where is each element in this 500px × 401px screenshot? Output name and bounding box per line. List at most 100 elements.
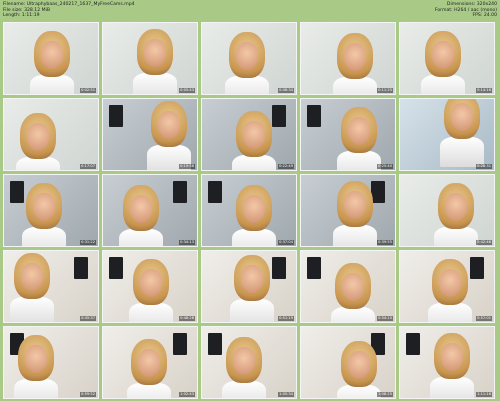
person-top — [337, 151, 381, 170]
thumbnail-timestamp: 1:08:25 — [377, 392, 393, 397]
person-top — [14, 379, 58, 398]
video-thumbnail[interactable]: 0:54:10 — [300, 250, 396, 323]
background-screen — [173, 181, 187, 203]
person-face — [33, 193, 55, 221]
video-thumbnail[interactable]: 1:05:34 — [201, 326, 297, 399]
person-top — [222, 381, 266, 398]
video-thumbnail[interactable]: 0:28:31 — [399, 98, 495, 171]
length-row: Length: 1:11:19 — [3, 13, 135, 19]
video-thumbnail[interactable]: 0:48:28 — [102, 250, 198, 323]
person-face — [241, 265, 263, 293]
format-value: H264 / aac (mono) — [454, 7, 497, 13]
person-face — [348, 351, 370, 379]
dimensions-label: Dimensions: — [446, 2, 476, 7]
video-thumbnail[interactable]: 0:17:07 — [3, 98, 99, 171]
background-screen — [307, 257, 321, 279]
person-face — [130, 195, 152, 223]
video-thumbnail[interactable]: 0:37:04 — [201, 174, 297, 247]
video-thumbnail[interactable]: 0:02:51 — [3, 22, 99, 95]
thumbnail-timestamp: 0:42:46 — [476, 240, 492, 245]
person-face — [158, 111, 180, 139]
video-thumbnail[interactable]: 0:59:52 — [3, 326, 99, 399]
person-top — [133, 73, 177, 94]
filename-label: Filename: — [3, 2, 26, 7]
person-face — [451, 103, 473, 131]
video-thumbnail[interactable]: 0:57:01 — [399, 250, 495, 323]
background-screen — [406, 333, 420, 355]
background-screen — [470, 257, 484, 279]
video-thumbnail[interactable]: 0:42:46 — [399, 174, 495, 247]
background-screen — [109, 257, 123, 279]
video-thumbnail[interactable]: 0:31:22 — [3, 174, 99, 247]
thumbnail-timestamp: 0:08:34 — [278, 88, 294, 93]
person-top — [232, 229, 276, 246]
format-label: Format: — [434, 7, 453, 13]
background-screen — [173, 333, 187, 355]
person-face — [445, 193, 467, 221]
person-face — [144, 39, 166, 67]
person-face — [439, 269, 461, 297]
video-thumbnail[interactable]: 1:08:25 — [300, 326, 396, 399]
fps-value: 24.00 — [483, 13, 497, 19]
person-face — [233, 347, 255, 375]
video-thumbnail[interactable]: 0:14:16 — [399, 22, 495, 95]
person-top — [230, 299, 274, 322]
person-top — [127, 383, 171, 398]
video-thumbnail[interactable]: 0:39:55 — [300, 174, 396, 247]
file-info-header: Filename: Ultraphybaas_240217_1637_MyFre… — [3, 2, 497, 20]
background-screen — [307, 105, 321, 127]
person-face — [348, 117, 370, 145]
thumbnail-timestamp: 0:45:37 — [80, 316, 96, 321]
length-label: Length: — [3, 13, 21, 19]
video-thumbnail[interactable]: 0:11:25 — [300, 22, 396, 95]
person-top — [30, 75, 74, 94]
thumbnail-timestamp: 0:59:52 — [80, 392, 96, 397]
video-thumbnail[interactable]: 1:11:16 — [399, 326, 495, 399]
thumbnail-timestamp: 1:11:16 — [476, 392, 492, 397]
person-top — [430, 377, 474, 398]
person-face — [243, 121, 265, 149]
thumbnail-grid: 0:02:51 0:05:43 0:08:34 0:11:25 0:14:16 0:17:… — [3, 22, 497, 399]
person-face — [25, 345, 47, 373]
thumbnail-timestamp: 0:02:51 — [80, 88, 96, 93]
filesize-label: File size: — [3, 7, 23, 13]
thumbnail-timestamp: 0:51:19 — [278, 316, 294, 321]
video-thumbnail[interactable]: 0:19:58 — [102, 98, 198, 171]
person-face — [21, 263, 43, 291]
dimensions-value: 320x240 — [476, 2, 497, 7]
thumbnail-timestamp: 0:11:25 — [377, 88, 393, 93]
video-thumbnail[interactable]: 0:51:19 — [201, 250, 297, 323]
video-thumbnail[interactable]: 0:34:13 — [102, 174, 198, 247]
person-top — [232, 155, 276, 170]
video-thumbnail[interactable]: 0:25:40 — [300, 98, 396, 171]
video-thumbnail[interactable]: 0:22:49 — [201, 98, 297, 171]
person-face — [344, 191, 366, 219]
fps-label: FPS: — [472, 13, 483, 19]
background-screen — [272, 105, 286, 127]
person-face — [27, 123, 49, 151]
person-face — [41, 41, 63, 69]
background-screen — [208, 181, 222, 203]
person-top — [225, 76, 269, 94]
thumbnail-timestamp: 0:14:16 — [476, 88, 492, 93]
thumbnail-timestamp: 1:02:43 — [179, 392, 195, 397]
filename-value: Ultraphybaas_240217_1637_MyFreeCams.mp4 — [26, 2, 135, 7]
video-thumbnail[interactable]: 1:02:43 — [102, 326, 198, 399]
person-top — [129, 303, 173, 322]
video-thumbnail[interactable]: 0:45:37 — [3, 250, 99, 323]
person-top — [333, 225, 377, 246]
person-top — [428, 303, 472, 322]
person-top — [10, 297, 54, 322]
thumbnail-timestamp: 0:25:40 — [377, 164, 393, 169]
file-info-left: Filename: Ultraphybaas_240217_1637_MyFre… — [3, 2, 135, 19]
background-screen — [10, 181, 24, 203]
video-thumbnail[interactable]: 0:05:43 — [102, 22, 198, 95]
filesize-value: 328.12 MiB — [24, 7, 51, 13]
person-face — [342, 273, 364, 301]
video-thumbnail[interactable]: 0:08:34 — [201, 22, 297, 95]
thumbnail-timestamp: 0:22:49 — [278, 164, 294, 169]
thumbnail-timestamp: 0:54:10 — [377, 316, 393, 321]
person-face — [344, 43, 366, 71]
person-face — [236, 42, 258, 70]
thumbnail-timestamp: 0:34:13 — [179, 240, 195, 245]
